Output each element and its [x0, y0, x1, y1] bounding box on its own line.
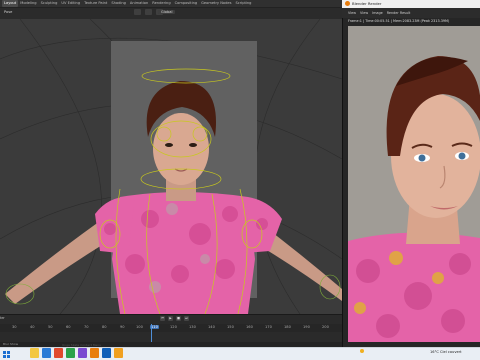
ruler-tick: 90	[120, 325, 125, 329]
jump-start-icon[interactable]: ⏮	[160, 316, 165, 321]
ruler-tick: 140	[208, 325, 215, 329]
tab-animation[interactable]: Animation	[128, 0, 150, 7]
store-icon[interactable]	[102, 348, 111, 358]
tab-rendering[interactable]: Rendering	[150, 0, 172, 7]
render-info-text: Frame:1 | Time:00:05.51 | Mem:2083.23M (…	[348, 19, 450, 23]
ruler-tick: 190	[303, 325, 310, 329]
tab-sculpting[interactable]: Sculpting	[39, 0, 60, 7]
render-menu-bar: View View Image Render Result	[342, 8, 480, 18]
cursor-tool-icon[interactable]	[145, 9, 152, 15]
tab-geometry-nodes[interactable]: Geometry Nodes	[199, 0, 233, 7]
notification-text: Unga Skate Contact Menu	[62, 343, 102, 347]
ruler-tick: 160	[246, 325, 253, 329]
tab-compositing[interactable]: Compositing	[173, 0, 200, 7]
office-icon[interactable]	[54, 348, 63, 358]
mode-selector[interactable]: Pose	[4, 10, 12, 14]
timeline-frame-label: ter	[0, 316, 5, 320]
mail-icon[interactable]	[42, 348, 51, 358]
tab-modeling[interactable]: Modeling	[18, 0, 38, 7]
render-result-image	[348, 26, 480, 342]
weather-icon[interactable]	[360, 349, 364, 353]
desktop: Layout Modeling Sculpting UV Editing Tex…	[0, 0, 480, 360]
tab-scripting[interactable]: Scripting	[233, 0, 253, 7]
ruler-tick: 120	[170, 325, 177, 329]
taskbar-apps	[30, 348, 123, 358]
blender-taskbar-icon[interactable]	[90, 348, 99, 358]
render-window-title: Blender Render	[352, 1, 382, 6]
select-tool-icon[interactable]	[134, 9, 141, 15]
tab-shading[interactable]: Shading	[109, 0, 128, 7]
ruler-tick: 150	[227, 325, 234, 329]
menu-view[interactable]: View	[348, 11, 356, 15]
stop-icon[interactable]: ■	[176, 316, 181, 321]
transform-orientation-dropdown[interactable]: Global	[158, 10, 176, 14]
tab-uv-editing[interactable]: UV Editing	[59, 0, 82, 7]
rendered-character	[348, 26, 480, 342]
ruler-tick: 30	[12, 325, 17, 329]
ruler-tick: 170	[265, 325, 272, 329]
ruler-tick: 70	[84, 325, 89, 329]
ruler-tick: 130	[189, 325, 196, 329]
ruler-tick: 60	[66, 325, 71, 329]
timeline-playhead[interactable]	[151, 324, 152, 342]
play-icon[interactable]: ▶	[168, 316, 173, 321]
render-result-dropdown[interactable]: Render Result	[387, 11, 411, 15]
playback-controls: ⏮ ▶ ■ ⏭	[160, 316, 189, 321]
ruler-tick: 100	[136, 325, 143, 329]
status-text: Blur Show	[3, 342, 19, 346]
tab-texture-paint[interactable]: Texture Paint	[82, 0, 109, 7]
timeline-ruler[interactable]: 30 40 50 60 70 80 90 100 110 120 130 140…	[0, 324, 342, 332]
workspace-tabs-bar: Layout Modeling Sculpting UV Editing Tex…	[0, 0, 342, 7]
photos-icon[interactable]	[114, 348, 123, 358]
ruler-tick: 50	[48, 325, 53, 329]
viewport-character	[5, 68, 342, 314]
ruler-tick: 40	[30, 325, 35, 329]
teams-icon[interactable]	[78, 348, 87, 358]
blender-logo-icon	[345, 1, 350, 6]
menu-image[interactable]: Image	[372, 11, 383, 15]
file-explorer-icon[interactable]	[30, 348, 39, 358]
weather-text[interactable]: 16°C Ciel couvert	[430, 350, 462, 354]
jump-end-icon[interactable]: ⏭	[184, 316, 189, 321]
ruler-tick: 180	[284, 325, 291, 329]
ruler-tick: 80	[102, 325, 107, 329]
tab-layout[interactable]: Layout	[2, 0, 19, 7]
menu-view-2[interactable]: View	[360, 11, 368, 15]
ruler-tick: 200	[322, 325, 329, 329]
chrome-icon[interactable]	[66, 348, 75, 358]
windows-start-icon[interactable]	[3, 351, 10, 358]
